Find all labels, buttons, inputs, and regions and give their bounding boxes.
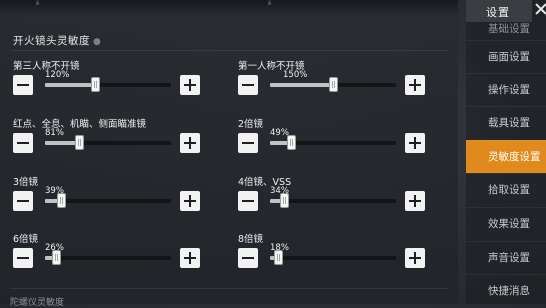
sidebar-item-controls[interactable]: 操作设置	[466, 73, 546, 106]
sensitivity-setting: 3倍镜 39%	[13, 174, 218, 230]
setting-value: 120%	[45, 70, 70, 80]
increase-button[interactable]	[180, 191, 200, 211]
sensitivity-slider[interactable]	[270, 135, 396, 150]
sidebar-item-graphics[interactable]: 画面设置	[466, 40, 546, 73]
decrease-button[interactable]	[13, 191, 33, 211]
slider-thumb[interactable]	[280, 193, 289, 208]
sensitivity-slider[interactable]	[270, 77, 396, 92]
section-divider	[10, 288, 448, 289]
section-divider	[10, 50, 448, 51]
slider-thumb[interactable]	[274, 250, 283, 265]
next-section-title: 陀螺仪灵敏度	[10, 298, 65, 308]
decrease-button[interactable]	[238, 133, 258, 153]
decrease-button[interactable]	[238, 75, 258, 95]
scroll-edge-mark	[36, 0, 39, 5]
increase-button[interactable]	[405, 133, 425, 153]
sensitivity-setting: 红点、全息、机瞄、侧面瞄准镜 81%	[13, 116, 218, 172]
sensitivity-setting: 6倍镜 26%	[13, 231, 218, 287]
slider-thumb[interactable]	[52, 250, 61, 265]
section-title: 开火镜头灵敏度 ●	[13, 33, 101, 48]
increase-button[interactable]	[405, 75, 425, 95]
sidebar-item-pickup[interactable]: 拾取设置	[466, 173, 546, 206]
sensitivity-slider[interactable]	[45, 135, 171, 150]
decrease-button[interactable]	[13, 75, 33, 95]
setting-value: 81%	[45, 128, 64, 138]
setting-label: 8倍镜	[238, 234, 264, 245]
decrease-button[interactable]	[238, 248, 258, 268]
decrease-button[interactable]	[13, 133, 33, 153]
setting-label: 6倍镜	[13, 234, 39, 245]
sensitivity-setting: 第一人称不开镜 150%	[238, 58, 443, 114]
setting-label: 2倍镜	[238, 119, 264, 130]
close-icon[interactable]	[535, 2, 546, 16]
slider-fill	[270, 83, 333, 87]
sidebar-item-vehicle[interactable]: 载具设置	[466, 106, 546, 139]
sidebar-item-audio[interactable]: 声音设置	[466, 241, 546, 274]
sensitivity-setting: 2倍镜 49%	[238, 116, 443, 172]
sensitivity-slider[interactable]	[45, 193, 171, 208]
decrease-button[interactable]	[238, 191, 258, 211]
sidebar-item-sensitivity[interactable]: 灵敏度设置	[466, 140, 546, 173]
info-dot-icon: ●	[93, 37, 102, 47]
decrease-button[interactable]	[13, 248, 33, 268]
scroll-edge-mark	[268, 0, 271, 5]
sidebar-item-quick-message[interactable]: 快捷消息	[466, 274, 546, 307]
setting-label: 3倍镜	[13, 177, 39, 188]
sensitivity-slider[interactable]	[45, 250, 171, 265]
sidebar-item-basic[interactable]: 基础设置	[466, 18, 546, 40]
increase-button[interactable]	[180, 248, 200, 268]
sensitivity-slider[interactable]	[45, 77, 171, 92]
sensitivity-setting: 8倍镜 18%	[238, 231, 443, 287]
sensitivity-slider[interactable]	[270, 193, 396, 208]
increase-button[interactable]	[405, 191, 425, 211]
sensitivity-setting: 4倍镜、VSS 34%	[238, 174, 443, 230]
slider-thumb[interactable]	[287, 135, 296, 150]
increase-button[interactable]	[180, 133, 200, 153]
slider-fill	[45, 141, 79, 145]
settings-panel: 开火镜头灵敏度 ● 第三人称不开镜 120% 第一人称不开镜 150% 红点、全息…	[0, 0, 458, 308]
setting-value: 150%	[283, 70, 308, 80]
sensitivity-slider[interactable]	[270, 250, 396, 265]
increase-button[interactable]	[180, 75, 200, 95]
sensitivity-setting: 第三人称不开镜 120%	[13, 58, 218, 114]
section-title-text: 开火镜头灵敏度	[13, 35, 90, 47]
slider-fill	[45, 83, 95, 87]
slider-thumb[interactable]	[75, 135, 84, 150]
slider-thumb[interactable]	[57, 193, 66, 208]
slider-thumb[interactable]	[91, 77, 100, 92]
setting-label: 红点、全息、机瞄、侧面瞄准镜	[13, 119, 147, 130]
sidebar-item-effects[interactable]: 效果设置	[466, 207, 546, 240]
slider-thumb[interactable]	[329, 77, 338, 92]
increase-button[interactable]	[405, 248, 425, 268]
